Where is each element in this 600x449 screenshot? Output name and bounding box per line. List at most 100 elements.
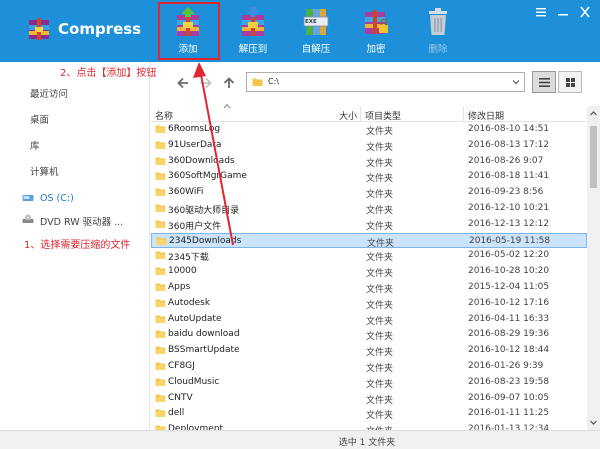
column-modified[interactable]: 修改日期 (468, 109, 504, 122)
sidebar-item-desktop[interactable]: 桌面 (30, 112, 49, 126)
file-type: 文件夹 (366, 395, 394, 406)
table-row[interactable]: 360SoftMgrGame 文件夹 2016-08-18 11:41 (151, 169, 587, 184)
sort-ascending-icon (223, 103, 231, 109)
column-header: 名称 大小 项目类型 修改日期 (151, 103, 587, 122)
sidebar-item-recent[interactable]: 最近访问 (30, 86, 68, 100)
folder-icon (155, 409, 166, 418)
file-type: 文件夹 (366, 158, 394, 169)
sfx-button[interactable]: EXE 自解压 (288, 4, 344, 58)
close-icon[interactable] (578, 6, 592, 18)
file-name: 360WiFi (168, 187, 204, 198)
table-row[interactable]: CloudMusic 文件夹 2016-08-23 19:58 (151, 375, 587, 390)
folder-icon (155, 157, 166, 165)
column-type[interactable]: 项目类型 (365, 109, 401, 122)
extract-to-button[interactable]: 解压到 (225, 4, 281, 58)
exe-badge: EXE (305, 19, 317, 25)
delete-button[interactable]: 删除 (410, 4, 466, 58)
table-row[interactable]: 360用户文件 文件夹 2016-12-13 12:12 (151, 217, 587, 232)
file-type: 文件夹 (366, 190, 394, 201)
file-type: 文件夹 (366, 206, 394, 216)
drive-icon (22, 195, 34, 201)
chevron-down-icon[interactable] (512, 78, 520, 86)
file-name: Autodesk (168, 297, 211, 308)
table-row[interactable]: 360WiFi 文件夹 2016-09-23 8:56 (151, 185, 587, 200)
file-date: 2016-01-11 11:25 (468, 408, 550, 419)
column-name[interactable]: 名称 (155, 109, 173, 122)
folder-icon (155, 188, 166, 197)
file-date: 2016-12-13 12:12 (468, 218, 550, 229)
folder-icon (155, 315, 166, 323)
column-size[interactable]: 大小 (339, 109, 357, 122)
forward-icon[interactable] (199, 76, 213, 90)
file-type: 文件夹 (366, 269, 394, 280)
file-date: 2016-10-28 10:20 (468, 266, 550, 277)
minimize-icon[interactable] (556, 6, 570, 18)
encrypt-label: 加密 (366, 44, 386, 55)
folder-icon (155, 283, 166, 291)
table-row[interactable]: Deployment文件夹2016-01-13 12:34 (151, 422, 587, 430)
extract-to-label: 解压到 (238, 44, 268, 55)
table-row[interactable]: AutoUpdate 文件夹 2016-04-11 16:33 (151, 312, 587, 327)
file-date: 2016-08-18 11:41 (468, 171, 550, 182)
lock-archive-icon (365, 10, 388, 34)
grid-view-button[interactable] (558, 71, 582, 93)
file-type: 文件夹 (366, 127, 394, 137)
scroll-thumb[interactable] (590, 126, 597, 188)
sidebar-item-library[interactable]: 库 (30, 138, 40, 152)
file-name: 360Downloads (168, 155, 235, 166)
file-type: 文件夹 (366, 142, 394, 153)
table-row[interactable]: dell 文件夹 2016-01-11 11:25 (151, 406, 587, 421)
table-row[interactable]: 2345Downloads 文件夹 2016-05-19 11:58 (151, 232, 587, 249)
column-divider[interactable] (360, 106, 361, 122)
file-type: 文件夹 (366, 300, 394, 311)
sidebar-item-computer[interactable]: 计算机 (30, 164, 59, 178)
back-icon[interactable] (176, 76, 190, 90)
encrypt-button[interactable]: 加密 (348, 4, 404, 58)
scroll-down-icon[interactable] (589, 418, 598, 427)
file-name: CF8GJ (168, 361, 195, 371)
sidebar-item-os-c[interactable]: OS (C:) (22, 193, 74, 204)
file-date: 2016-08-29 19:36 (468, 329, 550, 340)
file-name: CNTV (168, 392, 193, 403)
column-divider[interactable] (463, 106, 464, 122)
table-row[interactable]: Autodesk 文件夹 2016-10-12 17:16 (151, 296, 587, 311)
table-row[interactable]: 6RoomsLog 文件夹 2016-08-10 14:51 (151, 122, 587, 137)
scroll-up-icon[interactable] (589, 109, 598, 118)
trash-icon (429, 8, 447, 35)
path-input[interactable]: C:\ (246, 72, 525, 92)
file-date: 2015-12-04 11:05 (468, 282, 550, 292)
table-row[interactable]: 91UserData 文件夹 2016-08-13 17:12 (151, 138, 587, 153)
sidebar-item-label: DVD RW 驱动器 ... (40, 217, 124, 228)
file-type: 文件夹 (366, 379, 394, 390)
table-row[interactable]: CNTV 文件夹 2016-09-07 10:05 (151, 391, 587, 406)
table-row[interactable]: Apps 文件夹 2015-12-04 11:05 (151, 280, 587, 295)
file-date: 2016-08-13 17:12 (468, 139, 550, 150)
table-row[interactable]: BSSmartUpdate 文件夹 2016-10-12 18:44 (151, 343, 587, 358)
table-row[interactable]: 2345下载 文件夹 2016-05-02 12:20 (151, 248, 587, 263)
up-icon[interactable] (222, 76, 236, 90)
file-date: 2016-10-12 18:44 (468, 345, 550, 356)
file-date: 2016-12-10 10:21 (468, 203, 550, 213)
status-bar: 选中 1 文件夹 (0, 430, 600, 449)
list-view-button[interactable] (532, 71, 556, 93)
file-type: 文件夹 (366, 253, 394, 264)
file-name: 360SoftMgrGame (168, 171, 247, 182)
table-row[interactable]: baidu download 文件夹 2016-08-29 19:36 (151, 327, 587, 342)
file-name: dell (168, 408, 185, 419)
extract-archive-icon (242, 7, 264, 36)
folder-icon (155, 204, 166, 212)
file-type: 文件夹 (366, 316, 394, 327)
menu-icon[interactable] (534, 6, 548, 18)
folder-icon (155, 251, 166, 260)
table-row[interactable]: 10000 文件夹 2016-10-28 10:20 (151, 264, 587, 279)
folder-icon (155, 299, 166, 307)
file-type: 文件夹 (366, 364, 394, 374)
table-row[interactable]: 360驱动大师目录 文件夹 2016-12-10 10:21 (151, 201, 587, 216)
folder-icon (155, 220, 166, 228)
table-row[interactable]: 360Downloads 文件夹 2016-08-26 9:07 (151, 154, 587, 169)
folder-icon (155, 378, 166, 386)
sidebar-item-dvd[interactable]: DVD RW 驱动器 ... (22, 214, 124, 228)
table-row[interactable]: CF8GJ 文件夹 2016-01-26 9:39 (151, 359, 587, 374)
file-date: 2016-05-19 11:58 (469, 235, 551, 246)
vertical-scrollbar[interactable] (587, 106, 600, 430)
